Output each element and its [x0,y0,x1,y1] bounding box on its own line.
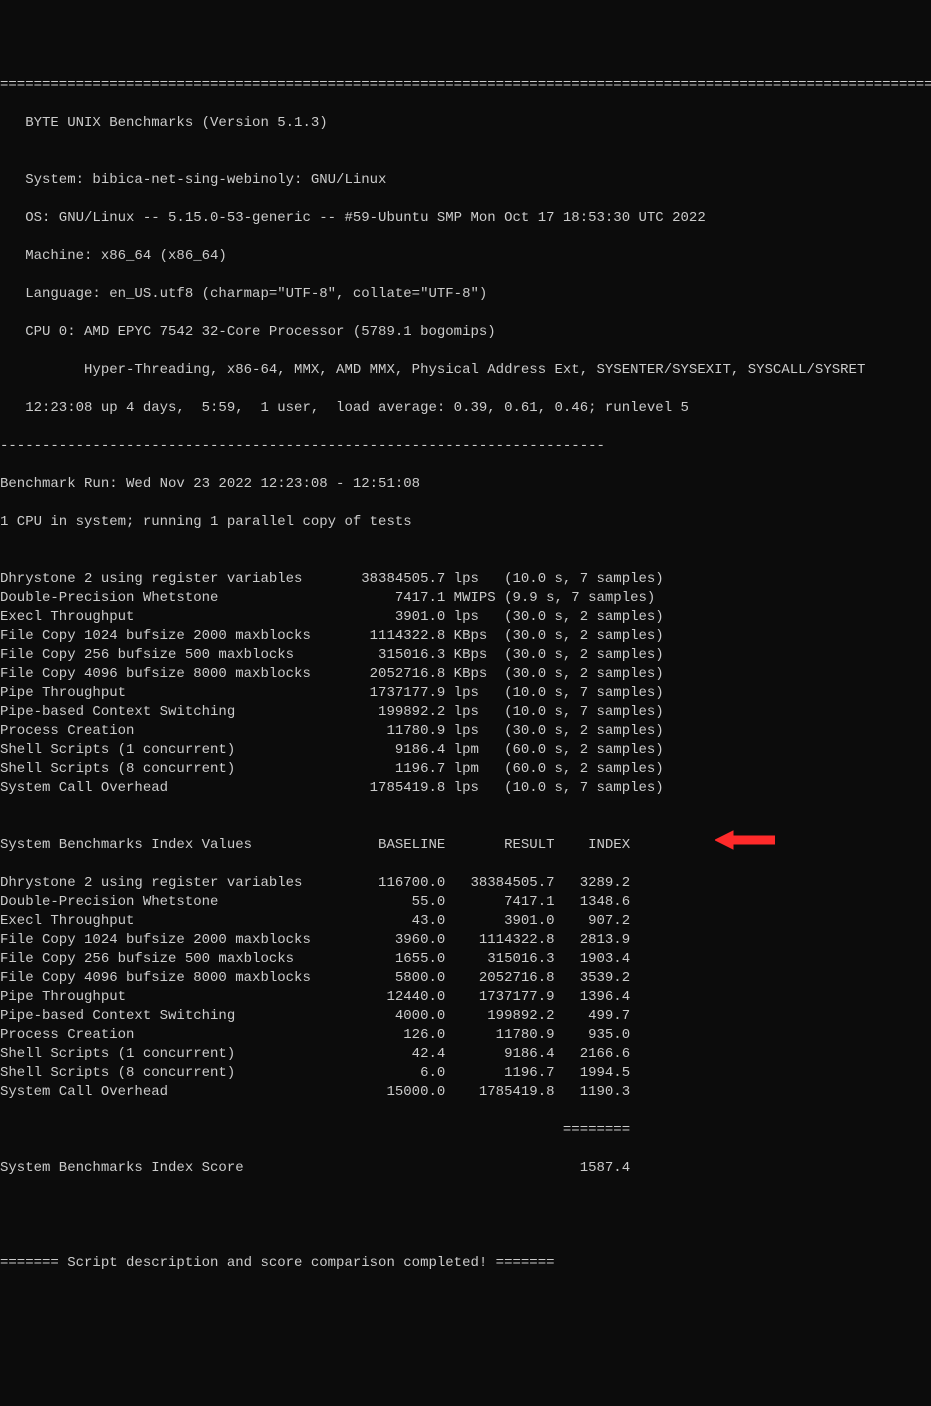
index-row: Execl Throughput 43.0 3901.0 907.2 [0,912,931,931]
index-row: Pipe-based Context Switching 4000.0 1998… [0,1007,931,1026]
arrow-icon [715,791,775,811]
index-row: Pipe Throughput 12440.0 1737177.9 1396.4 [0,988,931,1007]
index-row: File Copy 4096 bufsize 8000 maxblocks 58… [0,969,931,988]
result-row: System Call Overhead 1785419.8 lps (10.0… [0,779,931,798]
divider-dash: ----------------------------------------… [0,437,931,456]
os-line: OS: GNU/Linux -- 5.15.0-53-generic -- #5… [0,209,931,228]
result-row: File Copy 1024 bufsize 2000 maxblocks 11… [0,627,931,646]
index-row: Shell Scripts (1 concurrent) 42.4 9186.4… [0,1045,931,1064]
result-row: File Copy 256 bufsize 500 maxblocks 3150… [0,646,931,665]
run-line: Benchmark Run: Wed Nov 23 2022 12:23:08 … [0,475,931,494]
result-row: Execl Throughput 3901.0 lps (30.0 s, 2 s… [0,608,931,627]
result-row: Shell Scripts (8 concurrent) 1196.7 lpm … [0,760,931,779]
result-row: Pipe-based Context Switching 199892.2 lp… [0,703,931,722]
cpu-features: Hyper-Threading, x86-64, MMX, AMD MMX, P… [0,361,931,380]
footer: ======= Script description and score com… [0,1254,931,1273]
language-line: Language: en_US.utf8 (charmap="UTF-8", c… [0,285,931,304]
system-line: System: bibica-net-sing-webinoly: GNU/Li… [0,171,931,190]
title: BYTE UNIX Benchmarks (Version 5.1.3) [0,114,931,133]
result-row: Process Creation 11780.9 lps (30.0 s, 2 … [0,722,931,741]
result-row: Double-Precision Whetstone 7417.1 MWIPS … [0,589,931,608]
index-row: File Copy 1024 bufsize 2000 maxblocks 39… [0,931,931,950]
uptime-line: 12:23:08 up 4 days, 5:59, 1 user, load a… [0,399,931,418]
results-block: Dhrystone 2 using register variables 383… [0,570,931,798]
score-divider: ======== [0,1121,931,1140]
index-row: Dhrystone 2 using register variables 116… [0,874,931,893]
machine-line: Machine: x86_64 (x86_64) [0,247,931,266]
result-row: Pipe Throughput 1737177.9 lps (10.0 s, 7… [0,684,931,703]
cpu-count-line: 1 CPU in system; running 1 parallel copy… [0,513,931,532]
cpu-line: CPU 0: AMD EPYC 7542 32-Core Processor (… [0,323,931,342]
index-row: File Copy 256 bufsize 500 maxblocks 1655… [0,950,931,969]
result-row: Shell Scripts (1 concurrent) 9186.4 lpm … [0,741,931,760]
index-block: Dhrystone 2 using register variables 116… [0,874,931,1102]
result-row: File Copy 4096 bufsize 8000 maxblocks 20… [0,665,931,684]
index-row: Double-Precision Whetstone 55.0 7417.1 1… [0,893,931,912]
score-line: System Benchmarks Index Score 1587.4 [0,1159,931,1178]
divider-header: ========================================… [0,76,931,95]
index-row: Process Creation 126.0 11780.9 935.0 [0,1026,931,1045]
index-row: System Call Overhead 15000.0 1785419.8 1… [0,1083,931,1102]
result-row: Dhrystone 2 using register variables 383… [0,570,931,589]
index-row: Shell Scripts (8 concurrent) 6.0 1196.7 … [0,1064,931,1083]
index-header: System Benchmarks Index Values BASELINE … [0,836,931,855]
